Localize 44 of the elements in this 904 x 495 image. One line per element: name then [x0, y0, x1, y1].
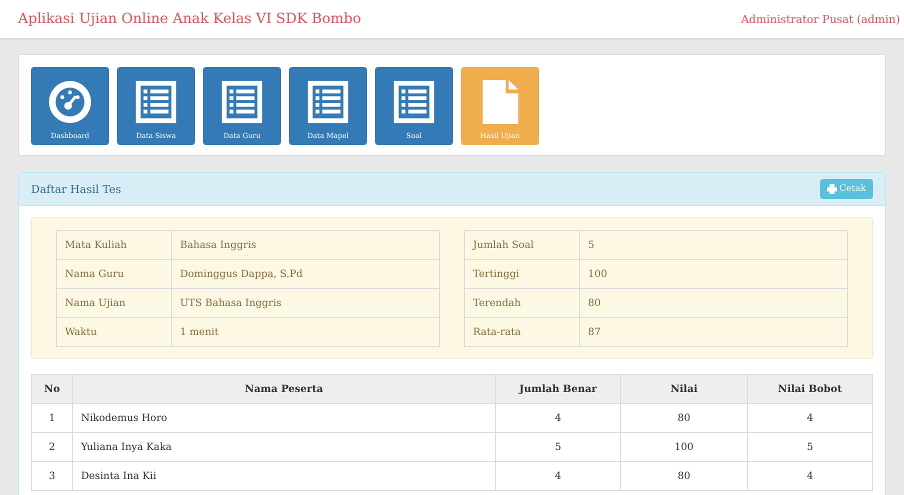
info-value: 100: [580, 260, 848, 288]
table-cell: 2: [32, 432, 72, 462]
list-icon: [133, 79, 179, 125]
table-cell: 80: [620, 462, 748, 490]
info-label: Tertinggi: [464, 260, 580, 288]
column-header: No: [32, 374, 72, 404]
user-name: Administrator Pusat (admin): [740, 12, 900, 26]
column-header: Nilai: [620, 374, 748, 404]
info-label: Waktu: [56, 318, 172, 346]
info-value: 80: [580, 288, 848, 318]
info-value: Dominggus Dappa, S.Pd: [172, 260, 440, 288]
info-label: Terendah: [464, 288, 580, 318]
table-cell: 4: [496, 462, 620, 490]
column-header: Nama Peserta: [72, 374, 496, 404]
table-cell: 4: [496, 404, 620, 432]
table-cell: 80: [620, 404, 748, 432]
gauge-icon: [47, 79, 93, 125]
list-icon: [391, 79, 437, 125]
table-cell: Yuliana Inya Kaka: [72, 432, 496, 462]
table-cell: 5: [748, 432, 872, 462]
table-cell: 4: [748, 462, 872, 490]
info-value: 1 menit: [172, 318, 440, 346]
column-header: Nilai Bobot: [748, 374, 872, 404]
table-cell: Nikodemus Horo: [72, 404, 496, 432]
app-title: Aplikasi Ujian Online Anak Kelas VI SDK Bombo: [18, 11, 362, 27]
column-header: Jumlah Benar: [496, 374, 620, 404]
info-label: Jumlah Soal: [464, 230, 580, 260]
list-icon: [305, 79, 351, 125]
table-cell: 3: [32, 462, 72, 490]
info-label: Mata Kuliah: [56, 230, 172, 260]
table-cell: 5: [496, 432, 620, 462]
info-label: Nama Ujian: [56, 288, 172, 318]
info-value: 87: [580, 318, 848, 346]
info-value: 5: [580, 230, 848, 260]
table-cell: Desinta Ina Kii: [72, 462, 496, 490]
info-label: Rata-rata: [464, 318, 580, 346]
table-cell: 1: [32, 404, 72, 432]
table-cell: 100: [620, 432, 748, 462]
info-value: UTS Bahasa Inggris: [172, 288, 440, 318]
table-cell: 4: [748, 404, 872, 432]
list-icon: [219, 79, 265, 125]
info-value: Bahasa Inggris: [172, 230, 440, 260]
panel-title: Daftar Hasil Tes: [31, 182, 122, 196]
info-label: Nama Guru: [56, 260, 172, 288]
